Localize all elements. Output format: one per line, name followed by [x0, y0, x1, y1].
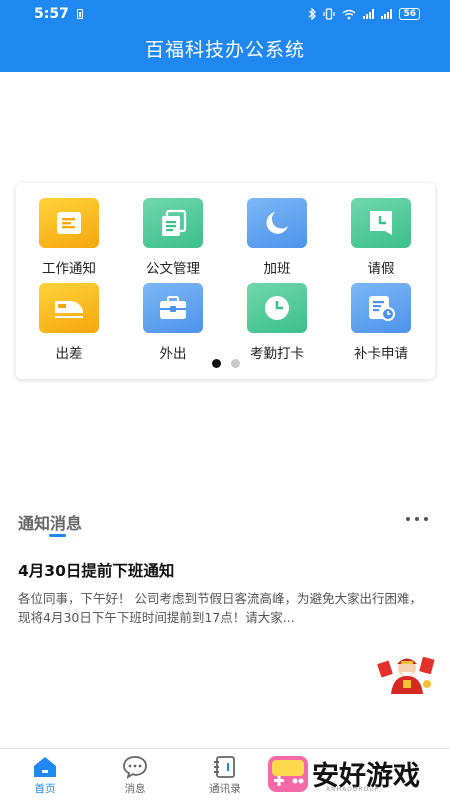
grid-item-label: 公文管理 — [146, 261, 200, 277]
grid-item-go-out[interactable]: 外出 — [121, 283, 225, 362]
status-bar: 5:57 56 — [0, 0, 450, 28]
home-icon — [32, 755, 58, 779]
function-grid: 工作通知 公文管理 加班 请假 出差 外出 考勤打卡 补卡申请 — [16, 183, 435, 379]
wifi-icon — [343, 9, 356, 19]
gamepad-logo-icon — [268, 756, 308, 792]
section-underline — [49, 534, 66, 537]
grid-item-document-management[interactable]: 公文管理 — [121, 198, 225, 277]
signal-2-icon — [381, 9, 393, 19]
moon-icon — [247, 198, 307, 248]
form-clock-icon — [351, 283, 411, 333]
page-dot-active[interactable] — [211, 359, 221, 368]
tab-label: 首页 — [34, 783, 56, 795]
page-title: 百福科技办公系统 — [144, 39, 305, 61]
page-indicator — [16, 359, 435, 368]
tab-home[interactable]: 首页 — [10, 755, 80, 796]
grid-item-label: 加班 — [263, 261, 291, 277]
calendar-clock-icon — [351, 198, 411, 248]
tab-label: 消息 — [124, 783, 146, 795]
status-icons: 56 — [308, 8, 420, 20]
bluetooth-icon — [309, 8, 317, 20]
notice-section-title: 通知消息 — [18, 514, 83, 533]
chat-icon — [122, 755, 148, 779]
grid-item-label: 工作通知 — [42, 261, 96, 277]
vibrate-icon — [323, 8, 336, 20]
grid-item-work-notice[interactable]: 工作通知 — [17, 198, 121, 277]
files-icon — [143, 198, 203, 248]
grid-item-leave[interactable]: 请假 — [329, 198, 433, 277]
more-icon[interactable] — [406, 517, 428, 521]
battery-level: 56 — [399, 8, 420, 20]
page-dot[interactable] — [230, 359, 240, 368]
battery-saver-icon — [76, 9, 83, 19]
signal-1-icon — [363, 9, 375, 19]
document-icon — [39, 198, 99, 248]
briefcase-icon — [143, 283, 203, 333]
tab-contacts[interactable]: 通讯录 — [190, 755, 260, 796]
notice-title[interactable]: 4月30日提前下班通知 — [18, 559, 174, 581]
watermark: 安好游戏 ANHAOGROUP — [266, 752, 438, 798]
tab-messages[interactable]: 消息 — [100, 755, 170, 796]
train-icon — [39, 283, 99, 333]
grid-item-business-trip[interactable]: 出差 — [17, 283, 121, 362]
notice-body[interactable]: 各位同事，下午好！ 公司考虑到节假日客流高峰，为避免大家出行困难，现将4月30日… — [18, 589, 433, 627]
clock-icon — [247, 283, 307, 333]
watermark-subtext: ANHAOGROUP — [326, 786, 380, 793]
grid-item-overtime[interactable]: 加班 — [225, 198, 329, 277]
contacts-icon — [212, 755, 238, 779]
mascot-illustration — [377, 656, 435, 694]
status-time: 5:57 — [34, 6, 69, 22]
app-header: 百福科技办公系统 — [0, 28, 450, 72]
tab-label: 通讯录 — [209, 783, 241, 795]
grid-item-attendance-clock[interactable]: 考勤打卡 — [225, 283, 329, 362]
grid-item-makeup-clock[interactable]: 补卡申请 — [329, 283, 433, 362]
grid-item-label: 请假 — [367, 261, 395, 277]
